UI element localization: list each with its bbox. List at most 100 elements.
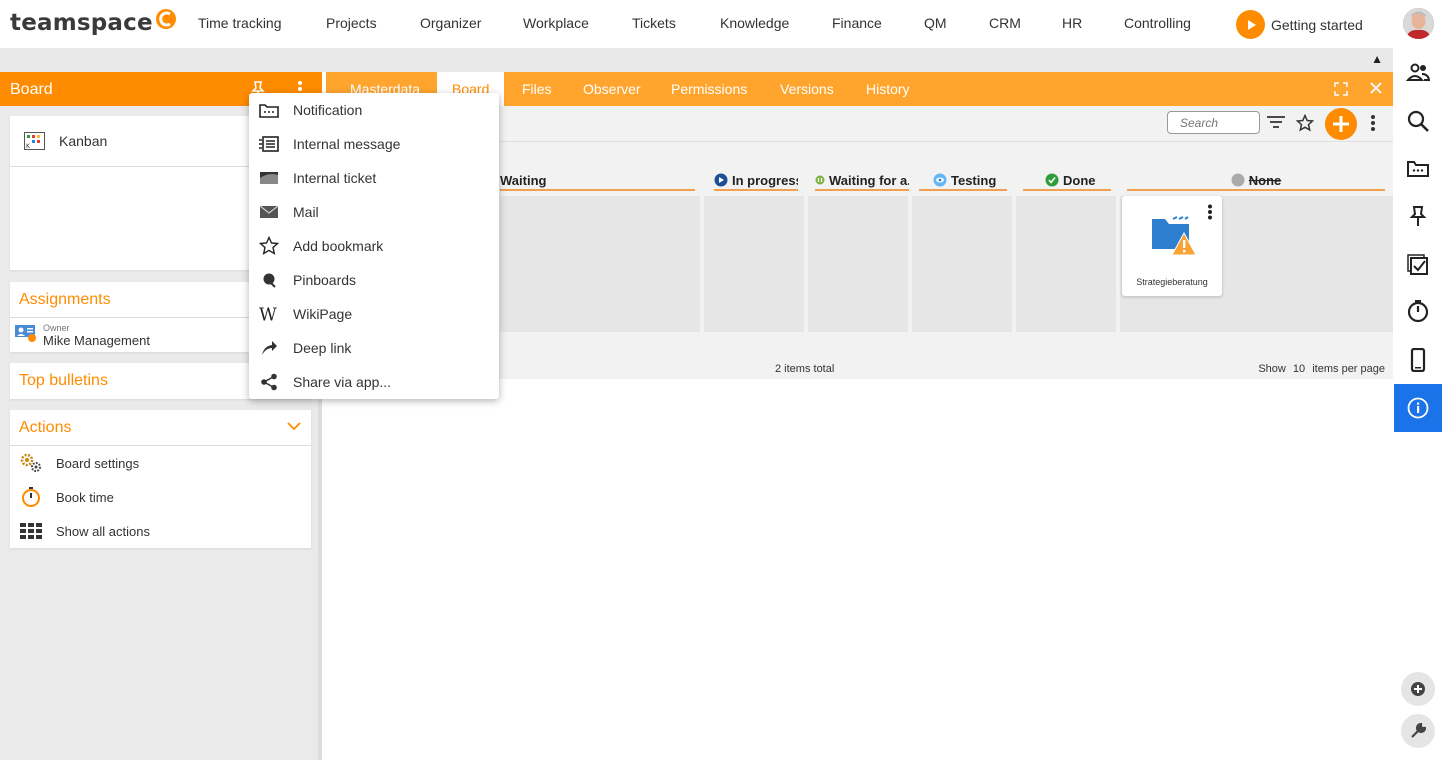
- column-testing-label: Testing: [951, 172, 997, 188]
- nav-hr[interactable]: HR: [1062, 15, 1082, 31]
- per-page-value[interactable]: 10: [1293, 363, 1305, 375]
- nav-knowledge[interactable]: Knowledge: [720, 15, 789, 31]
- chevron-down-icon[interactable]: [287, 421, 301, 431]
- grid-icon: [20, 523, 42, 539]
- add-button[interactable]: [1325, 108, 1357, 140]
- kanban-icon: K: [24, 132, 45, 150]
- owner-name: Mike Management: [43, 333, 150, 348]
- owner-entry[interactable]: Owner Mike Management: [15, 323, 150, 348]
- teamspace-logo[interactable]: teamspace: [10, 9, 177, 36]
- column-body-done: [1016, 196, 1116, 332]
- nav-tickets[interactable]: Tickets: [632, 15, 676, 31]
- ticket-icon: [260, 172, 278, 184]
- board-settings-label: Board settings: [56, 455, 140, 471]
- logo-mark-icon: [155, 9, 176, 29]
- svg-text:W: W: [259, 305, 277, 323]
- collapse-bar: ▲: [0, 48, 1393, 72]
- tab-permissions[interactable]: Permissions: [671, 81, 747, 97]
- menu-item-deep-link[interactable]: Deep link: [249, 331, 499, 365]
- actions-title[interactable]: Actions: [10, 410, 311, 446]
- menu-label: Mail: [293, 204, 319, 220]
- gears-icon: [20, 453, 41, 472]
- fullscreen-icon[interactable]: [1334, 82, 1348, 96]
- tab-files[interactable]: Files: [522, 81, 552, 97]
- column-body-testing: [912, 196, 1012, 332]
- notification-icon: [259, 104, 279, 118]
- settings-wrench-button[interactable]: [1401, 714, 1435, 748]
- search-icon[interactable]: [1406, 109, 1430, 133]
- nav-time-tracking[interactable]: Time tracking: [198, 15, 282, 31]
- actions-card: Actions Board settings Book time Show al…: [10, 410, 311, 548]
- tab-observer[interactable]: Observer: [583, 81, 641, 97]
- nav-controlling[interactable]: Controlling: [1124, 15, 1191, 31]
- card-title: Strategieberatung: [1136, 277, 1208, 287]
- column-testing: Testing: [919, 171, 1007, 191]
- show-all-actions[interactable]: Show all actions: [10, 514, 311, 548]
- search-input[interactable]: [1167, 111, 1260, 134]
- kanban-label: Kanban: [59, 133, 108, 149]
- close-icon[interactable]: [1369, 81, 1383, 95]
- star-icon: [259, 236, 279, 255]
- nav-qm[interactable]: QM: [924, 15, 947, 31]
- mobile-icon[interactable]: [1406, 348, 1430, 372]
- task-check-icon[interactable]: [1406, 253, 1430, 275]
- add-widget-button[interactable]: [1401, 672, 1435, 706]
- column-body-in-progress: [704, 196, 804, 332]
- tab-history[interactable]: History: [866, 81, 910, 97]
- info-button[interactable]: [1394, 384, 1442, 432]
- menu-item-wikipage[interactable]: W WikiPage: [249, 297, 499, 331]
- menu-label: Deep link: [293, 340, 352, 356]
- card-more-icon[interactable]: [1207, 204, 1213, 220]
- owner-label: Owner: [43, 323, 70, 333]
- menu-label: Internal message: [293, 136, 401, 152]
- tab-versions[interactable]: Versions: [780, 81, 834, 97]
- menu-item-share-via-app[interactable]: Share via app...: [249, 365, 499, 399]
- column-body-waiting: [500, 196, 700, 332]
- column-waiting-for-label: Waiting for a...: [829, 172, 909, 188]
- column-waiting-for: Waiting for a...: [815, 171, 909, 191]
- info-icon: [1407, 397, 1429, 419]
- top-navigation: teamspace Time tracking Projects Organiz…: [0, 0, 1442, 48]
- column-body-waiting-for: [808, 196, 908, 332]
- menu-item-internal-message[interactable]: Internal message: [249, 127, 499, 161]
- star-icon[interactable]: [1296, 114, 1314, 132]
- getting-started-button[interactable]: Getting started: [1236, 10, 1363, 39]
- contacts-icon[interactable]: [1406, 62, 1430, 84]
- user-avatar[interactable]: [1403, 8, 1434, 39]
- nav-workplace[interactable]: Workplace: [523, 15, 589, 31]
- menu-item-internal-ticket[interactable]: Internal ticket: [249, 161, 499, 195]
- book-time-action[interactable]: Book time: [10, 480, 311, 514]
- plus-circle-icon: [1411, 682, 1425, 696]
- add-menu-dropdown: Notification Internal message Internal t…: [249, 93, 499, 399]
- nav-finance[interactable]: Finance: [832, 15, 882, 31]
- notification-icon[interactable]: [1406, 158, 1430, 178]
- stopwatch-icon[interactable]: [1406, 299, 1430, 323]
- column-in-progress: In progress: [714, 171, 798, 191]
- nav-organizer[interactable]: Organizer: [420, 15, 481, 31]
- menu-item-add-bookmark[interactable]: Add bookmark: [249, 229, 499, 263]
- column-in-progress-label: In progress: [732, 172, 798, 188]
- column-done-label: Done: [1063, 172, 1096, 188]
- plus-icon: [1333, 116, 1349, 132]
- menu-item-pinboards[interactable]: Pinboards: [249, 263, 499, 297]
- menu-label: Notification: [293, 102, 363, 118]
- play-circle-icon: [714, 173, 728, 187]
- menu-label: Share via app...: [293, 374, 392, 390]
- nav-projects[interactable]: Projects: [326, 15, 377, 31]
- filter-icon[interactable]: [1266, 115, 1286, 131]
- show-label: Show: [1258, 363, 1286, 375]
- menu-item-notification[interactable]: Notification: [249, 93, 499, 127]
- column-none: None: [1127, 171, 1385, 191]
- gray-circle-icon: [1231, 173, 1245, 187]
- more-vertical-icon[interactable]: [1369, 114, 1377, 132]
- wrench-icon: [1411, 723, 1426, 738]
- user-card-icon: [15, 325, 36, 342]
- menu-label: WikiPage: [293, 306, 353, 322]
- board-settings-action[interactable]: Board settings: [10, 446, 311, 480]
- menu-item-mail[interactable]: Mail: [249, 195, 499, 229]
- board-card[interactable]: Strategieberatung: [1122, 196, 1222, 296]
- items-total: 2 items total: [775, 363, 835, 375]
- nav-crm[interactable]: CRM: [989, 15, 1021, 31]
- collapse-up-icon[interactable]: ▲: [1371, 52, 1383, 66]
- pin-icon[interactable]: [1406, 205, 1430, 227]
